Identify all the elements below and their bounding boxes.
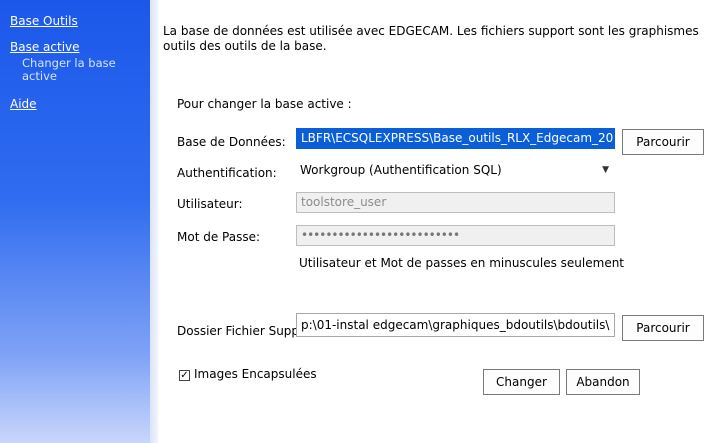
folder-browse-button[interactable]: Parcourir (622, 315, 704, 341)
auth-select-value: Workgroup (Authentification SQL) (300, 163, 502, 177)
user-label: Utilisateur: (177, 197, 243, 211)
sidebar: Base Outils Base active Changer la base … (0, 0, 150, 443)
intro-text: La base de données est utilisée avec EDG… (163, 24, 699, 54)
abandon-button[interactable]: Abandon (566, 369, 640, 395)
db-field[interactable]: LBFR\ECSQLEXPRESS\Base_outils_RLX_Edgeca… (296, 128, 615, 149)
folder-label: Dossier Fichier Suppo (177, 324, 307, 338)
sidebar-link-base-outils[interactable]: Base Outils (10, 14, 78, 28)
db-browse-button[interactable]: Parcourir (622, 129, 704, 155)
auth-label: Authentification: (177, 166, 277, 180)
dropdown-arrow-icon: ▼ (602, 165, 609, 175)
sidebar-link-aide[interactable]: Aide (10, 97, 37, 111)
db-label: Base de Données: (177, 135, 286, 149)
sidebar-sublink-changer-base[interactable]: Changer la base active (22, 57, 132, 83)
auth-select[interactable]: Workgroup (Authentification SQL) ▼ (296, 160, 615, 181)
changer-button[interactable]: Changer (483, 369, 560, 395)
folder-field[interactable]: p:\01-instal edgecam\graphiques_bdoutils… (296, 313, 615, 337)
password-field[interactable]: •••••••••••••••••••••••••• (296, 225, 615, 246)
sidebar-link-base-active[interactable]: Base active (10, 40, 80, 54)
sidebar-divider (150, 0, 158, 443)
user-field[interactable]: toolstore_user (296, 192, 615, 213)
password-label: Mot de Passe: (177, 230, 261, 244)
intro-line-1: La base de données est utilisée avec EDG… (163, 24, 699, 38)
credentials-hint: Utilisateur et Mot de passes en minuscul… (299, 256, 625, 270)
intro-line-2: outils des outils de la base. (163, 39, 327, 53)
images-checkbox[interactable]: ✓ (179, 370, 190, 381)
images-label: Images Encapsulées (194, 367, 317, 381)
section-label: Pour changer la base active : (177, 97, 352, 111)
